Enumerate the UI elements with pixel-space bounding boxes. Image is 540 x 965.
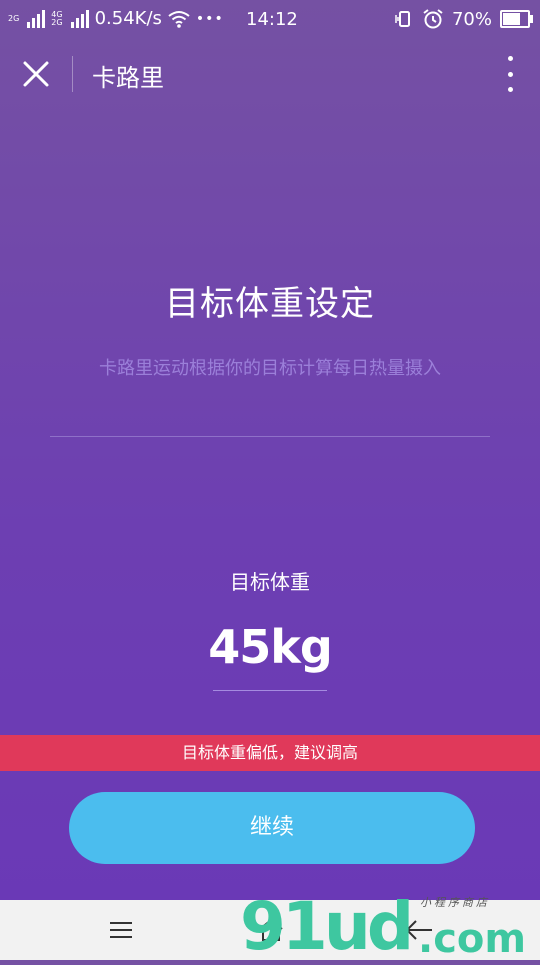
network-speed: 0.54K/s (94, 8, 162, 29)
target-weight-label: 目标体重 (230, 570, 310, 594)
vibrate-icon (395, 11, 410, 27)
warning-banner: 目标体重偏低，建议调高 (0, 735, 540, 771)
wifi-icon (168, 10, 190, 28)
title-bar: 卡路里 (0, 40, 540, 110)
close-icon (23, 61, 49, 87)
close-button[interactable] (20, 58, 52, 90)
signal-icon-2 (70, 9, 89, 28)
status-right: 70% (394, 8, 533, 30)
menu-icon[interactable] (110, 922, 132, 938)
section-heading: 目标体重设定 (165, 284, 375, 324)
title-divider (72, 56, 73, 92)
watermark-domain: .com (418, 916, 527, 962)
watermark: 91ud 小程序商店 .com (240, 888, 540, 965)
target-weight-underline (213, 690, 327, 691)
more-notifications-icon: ••• (195, 10, 224, 27)
battery-icon (500, 10, 533, 28)
more-dot-icon (507, 87, 513, 92)
continue-button[interactable]: 继续 (69, 792, 475, 864)
clock: 14:12 (246, 9, 298, 30)
signal-icon (27, 9, 46, 28)
watermark-logo: 91ud (240, 888, 414, 965)
page-title: 卡路里 (92, 64, 164, 92)
battery-percent: 70% (451, 8, 492, 30)
status-bar: 2G 4G 2G 0.54K/s ••• 14:12 70% (0, 0, 540, 38)
status-left: 2G 4G 2G 0.54K/s ••• (8, 8, 224, 29)
divider-line (50, 436, 490, 437)
more-dot-icon (507, 71, 513, 77)
alarm-icon (423, 9, 443, 29)
more-dot-icon (507, 56, 513, 61)
section-description: 卡路里运动根据你的目标计算每日热量摄入 (99, 358, 441, 379)
target-weight-input[interactable]: 45kg (0, 620, 540, 674)
watermark-tagline: 小程序商店 (420, 896, 490, 909)
more-options-button[interactable] (504, 56, 516, 92)
network-type-label: 2G (8, 13, 20, 23)
network-type-label-2: 4G 2G (51, 9, 63, 27)
